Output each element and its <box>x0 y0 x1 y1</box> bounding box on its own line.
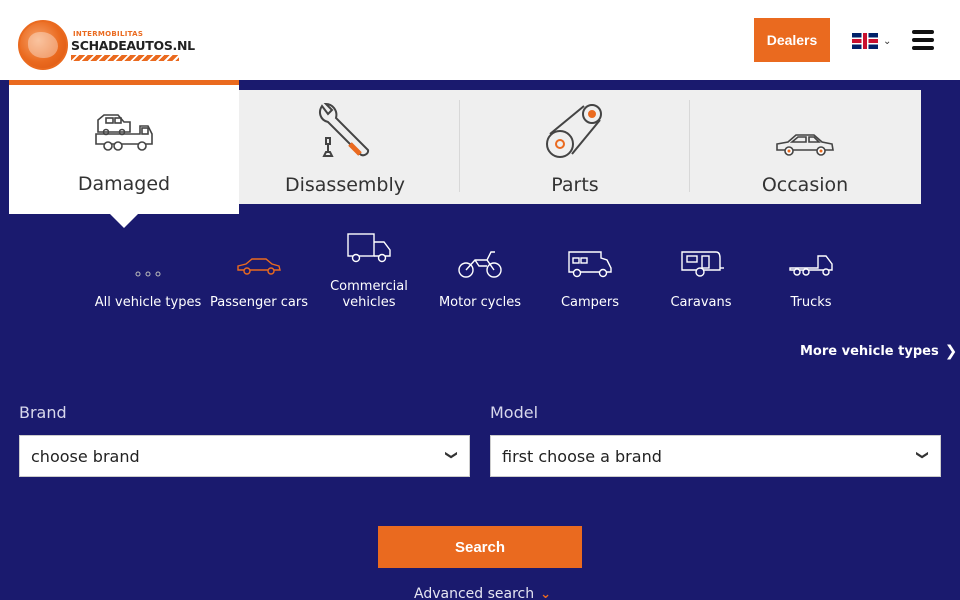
tab-parts[interactable]: Parts <box>460 90 690 204</box>
tab-occasion[interactable]: Occasion <box>690 90 920 204</box>
site-header: INTERMOBILITAS SCHADEAUTOS.NL Dealers ⌄ <box>0 0 960 80</box>
more-vehicle-types-label: More vehicle types <box>800 343 939 359</box>
logo-stripes <box>71 55 179 61</box>
wrench-icon <box>314 100 376 166</box>
active-tab-pointer <box>110 214 138 228</box>
caravan-icon <box>678 248 724 284</box>
logo-tagline: INTERMOBILITAS <box>73 30 144 38</box>
vehicle-type-commercial[interactable]: Commercial vehicles <box>314 228 424 318</box>
chevron-down-icon: ⌄ <box>883 35 892 47</box>
logo-title: SCHADEAUTOS.NL <box>71 38 195 53</box>
passenger-car-icon <box>236 256 282 280</box>
vehicle-type-label: Motor cycles <box>438 295 522 310</box>
uk-flag-icon <box>852 33 878 49</box>
more-vehicle-types-link[interactable]: More vehicle types ❯ <box>800 342 957 360</box>
vehicle-type-motorcycles[interactable]: Motor cycles <box>425 228 535 318</box>
chevron-down-icon: ⌄ <box>540 586 552 600</box>
vehicle-type-label: All vehicle types <box>94 295 202 310</box>
tab-label: Occasion <box>761 174 849 196</box>
model-label: Model <box>490 403 539 422</box>
car-icon <box>774 130 836 164</box>
model-select[interactable]: first choose a brand ❯ <box>490 435 941 477</box>
vehicle-type-label: Passenger cars <box>210 295 308 310</box>
vehicle-type-campers[interactable]: Campers <box>535 228 645 318</box>
globe-logo-icon <box>18 20 68 70</box>
brand-select-value: choose brand <box>31 446 140 466</box>
motorcycle-icon <box>457 248 503 284</box>
chevron-down-icon: ❯ <box>915 449 930 461</box>
tab-disassembly[interactable]: Disassembly <box>230 90 460 204</box>
tow-truck-icon <box>94 112 154 158</box>
vehicle-type-label: Trucks <box>790 295 832 310</box>
site-logo[interactable]: INTERMOBILITAS SCHADEAUTOS.NL <box>18 18 195 70</box>
tab-label: Damaged <box>77 173 171 195</box>
dots-icon <box>135 262 161 281</box>
brand-select[interactable]: choose brand ❯ <box>19 435 470 477</box>
search-button[interactable]: Search <box>378 526 582 568</box>
language-selector[interactable]: ⌄ <box>852 33 894 49</box>
camper-icon <box>567 248 613 282</box>
vehicle-type-passenger-cars[interactable]: Passenger cars <box>204 228 314 318</box>
brand-label: Brand <box>19 403 67 422</box>
dealers-button[interactable]: Dealers <box>754 18 830 62</box>
vehicle-type-label: Caravans <box>670 295 732 310</box>
vehicle-type-label: Commercial vehicles <box>330 279 408 310</box>
vehicle-type-all[interactable]: All vehicle types <box>93 228 203 318</box>
vehicle-type-trucks[interactable]: Trucks <box>756 228 866 318</box>
truck-icon <box>788 252 834 282</box>
vehicle-type-label: Campers <box>560 295 620 310</box>
hamburger-icon[interactable] <box>912 30 934 50</box>
chevron-right-icon: ❯ <box>944 342 958 360</box>
tab-label: Disassembly <box>284 174 406 196</box>
timing-belt-icon <box>544 100 606 166</box>
vehicle-type-caravans[interactable]: Caravans <box>646 228 756 318</box>
advanced-search-label: Advanced search <box>414 586 535 600</box>
van-icon <box>346 232 392 268</box>
advanced-search-toggle[interactable]: Advanced search ⌄ <box>414 586 551 600</box>
chevron-down-icon: ❯ <box>444 449 459 461</box>
tab-damaged[interactable]: Damaged <box>9 80 239 214</box>
tab-label: Parts <box>551 174 599 196</box>
model-select-value: first choose a brand <box>502 446 662 466</box>
